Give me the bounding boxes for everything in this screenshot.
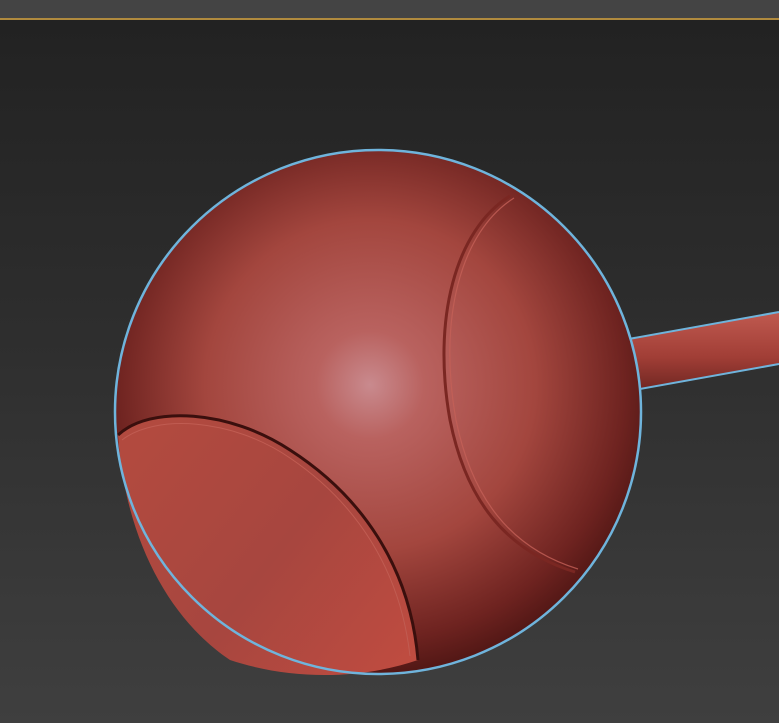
viewport-header-bar[interactable] bbox=[0, 0, 779, 20]
viewport-window bbox=[0, 0, 779, 723]
3d-viewport[interactable] bbox=[0, 20, 779, 723]
sphere-shade[interactable] bbox=[113, 148, 643, 676]
scene-render bbox=[113, 148, 779, 676]
